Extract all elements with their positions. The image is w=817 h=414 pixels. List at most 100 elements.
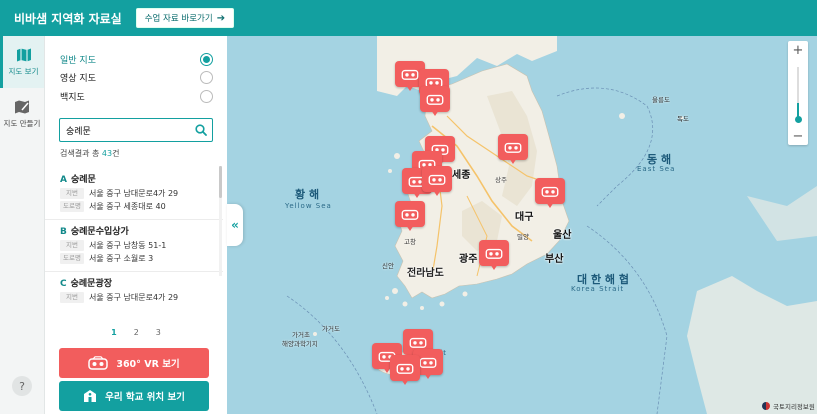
address-text: 서울 중구 남대문로4가 29: [89, 189, 179, 198]
result-count-suffix: 건: [112, 149, 120, 158]
result-title: B 숭례문수입상가: [60, 224, 209, 237]
result-name: 숭례문광장: [70, 279, 113, 289]
page-link[interactable]: 1: [111, 328, 117, 337]
address-text: 서울 중구 남대문로4가 29: [89, 293, 179, 302]
city-gwangju-label: 광주: [459, 254, 478, 265]
rail-item-make-map[interactable]: 지도 만들기: [0, 88, 44, 140]
search-icon[interactable]: [190, 119, 212, 141]
vr-map-pin[interactable]: [390, 355, 420, 385]
address-tag: 지번: [60, 188, 84, 199]
gochang-label: 고창: [404, 238, 416, 246]
map-edit-icon: [15, 100, 29, 113]
city-daegu-label: 대구: [515, 212, 534, 223]
radio-selected-icon[interactable]: [200, 52, 213, 66]
vr-map-pin[interactable]: [420, 86, 450, 116]
yellow-sea-label: 황 해: [295, 188, 320, 201]
arrow-right-icon: ➔: [216, 12, 226, 24]
results-scrollbar[interactable]: [219, 166, 222, 276]
map-icon: [16, 48, 31, 61]
pin-tail: [431, 110, 439, 116]
east-sea-en-label: East Sea: [637, 165, 676, 173]
attribution-text: 국토지리정보원: [773, 403, 815, 411]
help-button[interactable]: ?: [12, 376, 32, 396]
list-item[interactable]: B 숭례문수입상가 지번 서울 중구 남창동 51-1 도로명 서울 중구 소월로 3: [45, 220, 223, 272]
vr-headset-icon: [395, 201, 425, 227]
list-item[interactable]: A 숭례문 지번 서울 중구 남대문로4가 29 도로명 서울 중구 세종대로 40: [45, 168, 223, 220]
pagination: 1 2 3: [45, 328, 227, 337]
ulleungdo-label: 울릉도: [652, 96, 670, 104]
pin-tail: [406, 85, 414, 91]
rail-item-label: 지도 보기: [8, 66, 39, 76]
miryang-label: 밀양: [517, 233, 529, 241]
address-tag: 도로명: [60, 201, 84, 212]
page-link[interactable]: 3: [156, 328, 161, 337]
search-input[interactable]: [66, 125, 190, 135]
vr-headset-icon: [422, 166, 452, 192]
search-panel: 일반 지도 영상 지도 백지도 검색결과 총 43건 A숭례문 지번서울 중구 …: [45, 36, 227, 414]
side-rail: 지도 보기 지도 만들기 ?: [0, 36, 45, 414]
vr-headset-icon: [498, 134, 528, 160]
map-type-blank[interactable]: 백지도: [60, 87, 213, 105]
jinan-label: 신안: [382, 262, 394, 270]
zoom-control: + −: [788, 41, 808, 145]
vr-map-pin[interactable]: [479, 240, 509, 270]
result-title: C 숭례문광장: [60, 276, 209, 289]
pin-tail: [406, 225, 414, 231]
map-type-satellite[interactable]: 영상 지도: [60, 69, 213, 87]
address-text: 서울 중구 남창동 51-1: [89, 241, 167, 250]
map-view[interactable]: 황 해 Yellow Sea 동 해 East Sea 대 한 해 협 Kore…: [227, 36, 817, 414]
dokdo-label: 독도: [677, 115, 689, 123]
result-letter: A: [60, 175, 67, 185]
map-attribution: 국토지리정보원: [762, 401, 815, 411]
zoom-out-button[interactable]: −: [788, 127, 808, 145]
address-row: 도로명 서울 중구 세종대로 40: [60, 201, 209, 212]
rail-item-view-map[interactable]: 지도 보기: [0, 36, 44, 88]
yellow-sea-en-label: Yellow Sea: [285, 202, 332, 210]
radio-icon[interactable]: [200, 71, 213, 84]
result-title: A 숭례문: [60, 172, 209, 185]
address-text: 서울 중구 세종대로 40: [89, 202, 166, 211]
shortcut-label: 수업 자료 바로가기: [144, 14, 213, 24]
address-row: 지번 서울 중구 남대문로4가 29: [60, 292, 209, 303]
city-ulsan-label: 울산: [553, 230, 572, 241]
result-letter: C: [60, 279, 67, 289]
list-item[interactable]: C 숭례문광장 지번 서울 중구 남대문로4가 29: [45, 272, 223, 310]
gageodo-label: 가거도: [322, 325, 340, 333]
radio-icon[interactable]: [200, 89, 213, 103]
map-type-general[interactable]: 일반 지도: [60, 50, 213, 68]
school-location-button[interactable]: 우리 학교 위치 보기: [59, 381, 209, 411]
sangju-label: 상주: [495, 176, 507, 184]
page-link[interactable]: 2: [134, 328, 139, 337]
address-tag: 지번: [60, 240, 84, 251]
pin-tail: [424, 373, 432, 379]
ieodo-station-label: 해양과학기지: [282, 340, 318, 348]
zoom-slider-knob[interactable]: [794, 116, 802, 123]
result-name: 숭례문: [70, 175, 96, 185]
region-jeolla-label: 전라남도: [407, 268, 444, 279]
address-tag: 지번: [60, 292, 84, 303]
vr-button-label: 360° VR 보기: [116, 359, 180, 370]
school-icon: [84, 390, 97, 402]
map-type-label: 일반 지도: [60, 55, 96, 66]
result-list: A 숭례문 지번 서울 중구 남대문로4가 29 도로명 서울 중구 세종대로 40 …: [45, 168, 223, 313]
lesson-materials-shortcut-button[interactable]: 수업 자료 바로가기 ➔: [135, 8, 235, 28]
pin-tail: [490, 264, 498, 270]
map-type-options: 일반 지도 영상 지도 백지도: [45, 36, 227, 105]
vr-map-pin[interactable]: [498, 134, 528, 164]
zoom-in-button[interactable]: +: [788, 41, 808, 59]
vr-map-pin[interactable]: [422, 166, 452, 196]
collapse-panel-button[interactable]: «: [227, 204, 243, 246]
city-busan-label: 부산: [545, 254, 564, 265]
top-bar: 비바샘 지역화 자료실 수업 자료 바로가기 ➔: [0, 0, 817, 36]
vr-headset-icon: [479, 240, 509, 266]
vr-view-button[interactable]: 360° VR 보기: [59, 348, 209, 378]
vr-map-pin[interactable]: [535, 178, 565, 208]
vr-map-pin[interactable]: [395, 201, 425, 231]
school-button-label: 우리 학교 위치 보기: [105, 392, 185, 403]
pin-tail: [401, 379, 409, 385]
result-count-number: 43: [101, 149, 113, 158]
address-row: 지번 서울 중구 남대문로4가 29: [60, 188, 209, 199]
pin-tail: [546, 202, 554, 208]
zoom-slider[interactable]: [797, 67, 799, 119]
scrollbar-thumb[interactable]: [219, 166, 222, 198]
